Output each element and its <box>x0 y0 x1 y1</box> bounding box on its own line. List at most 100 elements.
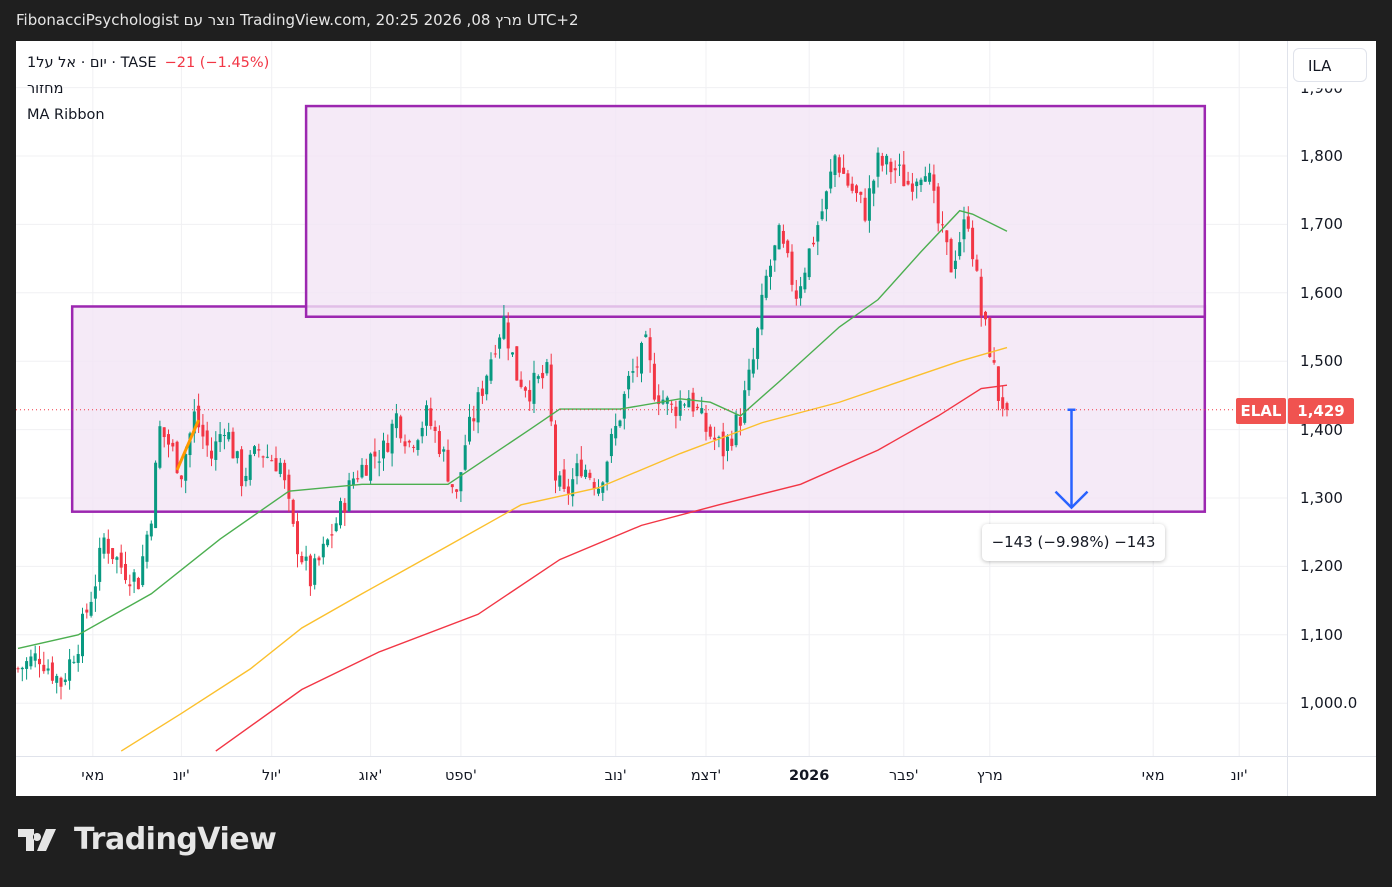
candle-body <box>816 225 820 242</box>
candle-body <box>786 240 790 254</box>
candle-body <box>308 555 312 587</box>
candle-body <box>377 461 381 463</box>
candle-body <box>450 484 454 488</box>
candle-body <box>38 658 41 665</box>
candle-body <box>949 239 953 273</box>
currency-button[interactable]: ILA <box>1293 48 1367 82</box>
candle-body <box>523 387 527 391</box>
candle-body <box>906 180 910 185</box>
candle-body <box>124 563 127 581</box>
candle-body <box>575 463 579 477</box>
candle-body <box>476 392 480 423</box>
candle-body <box>283 462 287 481</box>
candle-body <box>562 469 566 490</box>
candle-body <box>794 290 798 299</box>
candle-body <box>106 538 110 554</box>
candle-body <box>111 548 115 560</box>
candle-body <box>941 224 944 226</box>
candle-body <box>162 427 166 438</box>
candle-body <box>584 469 588 478</box>
candle-body <box>317 557 321 561</box>
candle-body <box>270 460 274 462</box>
candle-body <box>63 679 67 683</box>
price-tick-label: 1,500 <box>1300 352 1343 371</box>
candle-body <box>923 176 927 182</box>
candle-body <box>996 366 1000 401</box>
candle-body <box>751 359 755 374</box>
candle-body <box>128 584 132 587</box>
candle-body <box>769 265 772 277</box>
candle-body <box>773 245 777 261</box>
candle-body <box>683 404 686 406</box>
candle-body <box>154 462 158 529</box>
candle-body <box>928 172 932 182</box>
candle-body <box>820 211 824 220</box>
time-tick-label: יול' <box>261 768 282 784</box>
symbol-tag: ELAL <box>1236 398 1286 424</box>
candle-body <box>179 475 183 480</box>
candle-body <box>343 502 347 513</box>
candle-body <box>902 164 906 187</box>
time-tick-label: אוג' <box>358 768 383 784</box>
candle-body <box>235 451 239 459</box>
candle-body <box>472 418 476 422</box>
tradingview-logo[interactable]: TradingView <box>18 822 277 857</box>
candle-body <box>442 449 446 452</box>
candle-body <box>962 219 966 240</box>
price-tick-label: 1,200 <box>1300 557 1343 576</box>
candle-body <box>695 406 699 409</box>
candle-body <box>149 523 153 537</box>
candle-body <box>829 171 833 189</box>
candle-body <box>360 464 364 478</box>
ma-ribbon-legend[interactable]: MA Ribbon <box>27 107 105 123</box>
candle-body <box>274 458 278 472</box>
candle-body <box>257 449 261 451</box>
price-tick-label: 1,800 <box>1300 147 1343 165</box>
candle-body <box>184 454 188 481</box>
candle-body <box>55 675 59 683</box>
range-box <box>304 104 1207 318</box>
candle-body <box>167 434 170 445</box>
candle-body <box>717 436 721 438</box>
price-chart[interactable] <box>0 0 1392 887</box>
candle-body <box>536 376 540 379</box>
candle-body <box>807 248 811 278</box>
volume-legend[interactable]: מחזור <box>27 81 63 97</box>
candle-body <box>394 413 398 429</box>
candle-body <box>330 534 334 536</box>
candle-body <box>489 359 493 381</box>
candle-body <box>958 242 962 257</box>
candle-body <box>627 375 631 390</box>
candle-body <box>777 225 781 250</box>
candle-body <box>738 417 742 426</box>
candle-body <box>68 659 72 681</box>
candle-body <box>425 405 428 426</box>
candle-body <box>971 227 975 260</box>
candle-body <box>89 601 93 616</box>
candle-body <box>420 427 424 437</box>
candle-body <box>850 183 854 191</box>
plot-area <box>16 41 1287 756</box>
candle-body <box>390 423 394 454</box>
candle-body <box>511 352 514 355</box>
candle-body <box>979 276 983 316</box>
candle-body <box>614 425 618 439</box>
candle-body <box>437 431 441 455</box>
candle-body <box>171 442 175 447</box>
candle-body <box>201 424 205 437</box>
candle-body <box>403 441 407 447</box>
candle-body <box>214 441 218 460</box>
candle-body <box>837 157 841 173</box>
candle-body <box>975 259 979 271</box>
candle-body <box>248 454 252 480</box>
candle-body <box>231 431 235 459</box>
candle-body <box>726 436 729 451</box>
candle-body <box>59 677 63 687</box>
candle-body <box>910 183 914 192</box>
symbol-info[interactable]: 1יום · אל על · TASE <box>27 55 157 71</box>
candle-body <box>300 555 304 563</box>
candle-body <box>872 180 876 194</box>
candle-body <box>781 230 785 244</box>
candle-body <box>429 408 433 427</box>
candle-body <box>102 537 106 554</box>
